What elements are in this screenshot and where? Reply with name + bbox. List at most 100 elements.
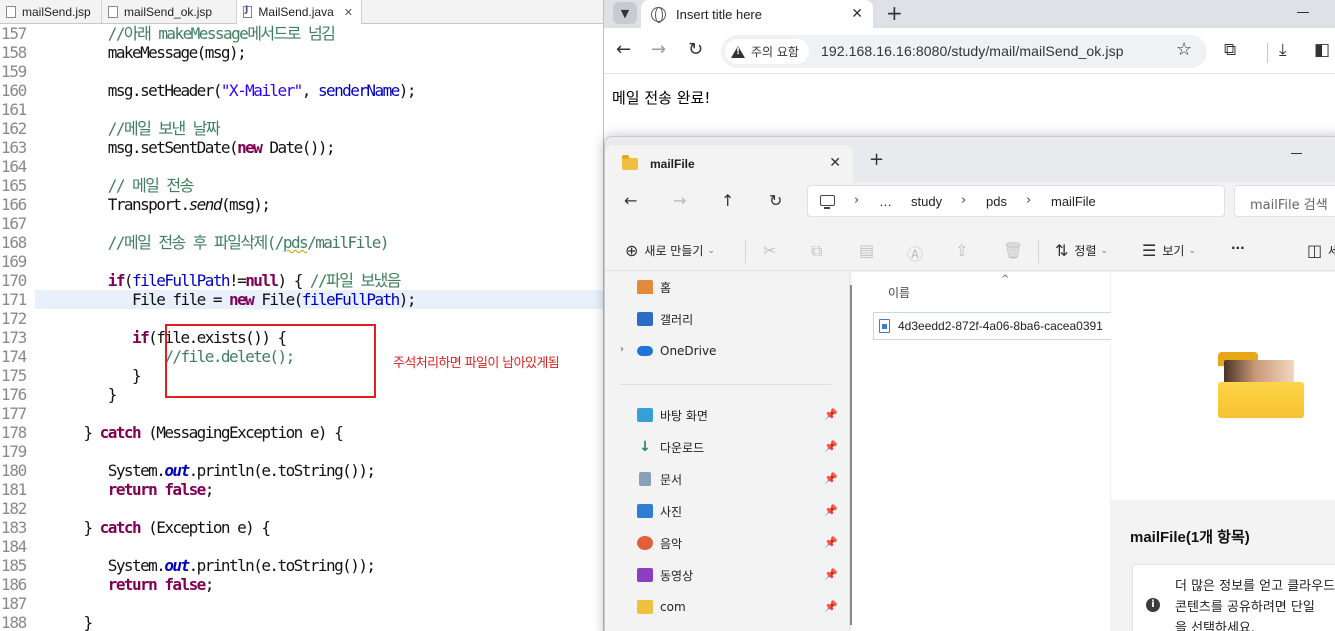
- forward-arrow-icon[interactable]: →: [651, 39, 666, 61]
- rename-icon[interactable]: Ⓐ: [907, 241, 923, 265]
- more-options-button[interactable]: ···: [1231, 241, 1245, 255]
- security-chip-label: 주의 요함: [751, 45, 799, 59]
- line-number-gutter: 157 158 159 160 161 162 163 164 165 166 …: [0, 24, 34, 631]
- line-number: 157: [1, 24, 27, 43]
- pin-icon[interactable]: 📌: [824, 600, 838, 613]
- copy-icon[interactable]: ⧉: [811, 241, 822, 261]
- pin-icon[interactable]: 📌: [824, 568, 838, 581]
- search-input[interactable]: mailFile 검색: [1234, 185, 1335, 217]
- code-line: return false;: [107, 480, 215, 499]
- file-list-item[interactable]: 4d3eedd2-872f-4a06-8ba6-cacea0391: [873, 312, 1113, 340]
- breadcrumb[interactable]: › … study › pds › mailFile: [807, 185, 1225, 217]
- back-arrow-icon[interactable]: ←: [616, 39, 631, 61]
- sidebar-item-videos[interactable]: 동영상: [637, 564, 693, 586]
- file-list: ^ 이름 4d3eedd2-872f-4a06-8ba6-cacea0391: [852, 272, 1113, 631]
- security-chip[interactable]: 주의 요함: [725, 39, 809, 64]
- pin-icon[interactable]: 📌: [824, 504, 838, 517]
- sort-button-label: 정렬: [1074, 244, 1097, 258]
- code-line: makeMessage(msg);: [107, 43, 247, 62]
- pin-icon[interactable]: 📌: [824, 440, 838, 453]
- jsp-file-icon: [108, 6, 118, 18]
- explorer-tab[interactable]: mailFile ✕: [605, 145, 853, 183]
- sidepanel-icon[interactable]: ◧: [1314, 40, 1330, 60]
- line-number: 188: [1, 613, 27, 631]
- sidebar-item-music[interactable]: 음악: [637, 532, 682, 554]
- delete-icon[interactable]: 🗑: [1003, 241, 1023, 260]
- minimize-button[interactable]: [1291, 153, 1302, 154]
- details-pane: mailFile(1개 항목) i 더 많은 정보를 얻고 클라우드 콘텐츠를 …: [1111, 272, 1335, 631]
- close-icon[interactable]: ✕: [829, 155, 841, 171]
- forward-arrow-icon[interactable]: →: [673, 191, 686, 211]
- address-bar[interactable]: 주의 요함 192.168.16.16:8080/study/mail/mail…: [721, 35, 1207, 68]
- line-number: 169: [1, 252, 27, 271]
- annotation-text: 주석처리하면 파일이 남아있게됨: [393, 356, 560, 371]
- tab-mailsend-jsp[interactable]: mailSend.jsp: [0, 0, 102, 24]
- tab-label: MailSend.java: [258, 5, 334, 19]
- download-icon[interactable]: ⤓: [1279, 40, 1287, 60]
- pin-icon[interactable]: 📌: [824, 472, 838, 485]
- url-text[interactable]: 192.168.16.16:8080/study/mail/mailSend_o…: [821, 43, 1124, 59]
- line-number: 158: [1, 43, 27, 62]
- paste-icon[interactable]: ▤: [859, 241, 874, 260]
- sidebar-item-downloads[interactable]: ↓ 다운로드: [637, 436, 704, 458]
- new-button[interactable]: ⊕ 새로 만들기 ⌄: [625, 241, 715, 260]
- download-icon: ↓: [639, 439, 651, 455]
- reload-icon[interactable]: ↻: [688, 39, 703, 61]
- desktop-icon: [637, 408, 653, 422]
- cut-icon[interactable]: ✂: [763, 241, 776, 260]
- new-tab-button[interactable]: +: [886, 0, 903, 26]
- tab-search-button[interactable]: ▼: [613, 2, 637, 24]
- editor-tab-bar: mailSend.jsp mailSend_ok.jsp MailSend.ja…: [0, 0, 603, 24]
- close-icon[interactable]: ✕: [851, 5, 863, 22]
- sidebar-item-gallery[interactable]: 갤러리: [637, 308, 693, 330]
- sidebar-item-pictures[interactable]: 사진: [637, 500, 682, 522]
- explorer-nav-bar: ← → ↑ ↻ › … study › pds › mailFile mailF…: [605, 183, 1335, 223]
- code-line: //아래 makeMessage메서드로 넘김: [107, 24, 336, 43]
- line-number: 161: [1, 100, 27, 119]
- back-arrow-icon[interactable]: ←: [624, 191, 637, 211]
- tab-label: mailSend.jsp: [22, 5, 91, 19]
- close-icon[interactable]: ✕: [344, 6, 353, 19]
- browser-tab-title: Insert title here: [676, 6, 762, 22]
- line-number: 180: [1, 461, 27, 480]
- pin-icon[interactable]: 📌: [824, 536, 838, 549]
- refresh-icon[interactable]: ↻: [769, 191, 782, 211]
- sidebar-item-com[interactable]: com: [637, 596, 686, 618]
- new-tab-button[interactable]: +: [869, 149, 884, 170]
- details-button[interactable]: ◫ 세: [1307, 241, 1335, 260]
- share-icon[interactable]: ⇪: [955, 241, 968, 260]
- info-box: i 더 많은 정보를 얻고 클라우드 콘텐츠를 공유하려면 단일 을 선택하세요…: [1132, 564, 1335, 631]
- breadcrumb-more[interactable]: …: [879, 194, 892, 209]
- chevron-right-icon[interactable]: ›: [620, 344, 624, 355]
- browser-tab[interactable]: Insert title here ✕: [641, 0, 873, 28]
- tab-mailsend-ok-jsp[interactable]: mailSend_ok.jsp: [102, 0, 237, 24]
- sort-button[interactable]: ⇅ 정렬 ⌄: [1055, 241, 1108, 260]
- up-arrow-icon[interactable]: ↑: [721, 191, 734, 211]
- extensions-icon[interactable]: ⧉: [1224, 40, 1236, 60]
- line-number: 172: [1, 309, 27, 328]
- sidebar-item-documents[interactable]: 문서: [637, 468, 682, 490]
- star-icon[interactable]: ☆: [1176, 39, 1192, 60]
- pin-icon[interactable]: 📌: [824, 408, 838, 421]
- pictures-icon: [637, 504, 653, 518]
- details-button-label: 세: [1328, 242, 1335, 259]
- sort-icon: ⇅: [1055, 241, 1069, 260]
- breadcrumb-mailfile[interactable]: mailFile: [1051, 194, 1096, 209]
- view-button[interactable]: ☰ 보기 ⌄: [1142, 241, 1196, 260]
- column-header-name[interactable]: 이름: [888, 284, 910, 301]
- sidebar-item-desktop[interactable]: 바탕 화면: [637, 404, 708, 426]
- globe-icon: [651, 6, 666, 23]
- sidebar-item-label: 바탕 화면: [660, 408, 708, 423]
- sidebar-item-label: 문서: [660, 472, 683, 487]
- folder-thumbnail-icon: [1218, 352, 1304, 418]
- minimize-button[interactable]: [1297, 12, 1309, 13]
- breadcrumb-pds[interactable]: pds: [986, 194, 1007, 209]
- tab-mailsend-java[interactable]: MailSend.java ✕: [237, 0, 362, 24]
- breadcrumb-study[interactable]: study: [911, 194, 942, 209]
- info-icon: i: [1146, 598, 1160, 612]
- sidebar-item-home[interactable]: 홈: [637, 276, 671, 298]
- line-number: 163: [1, 138, 27, 157]
- divider: [1038, 239, 1039, 263]
- sidebar-item-onedrive[interactable]: OneDrive: [637, 340, 716, 362]
- line-number: 175: [1, 366, 27, 385]
